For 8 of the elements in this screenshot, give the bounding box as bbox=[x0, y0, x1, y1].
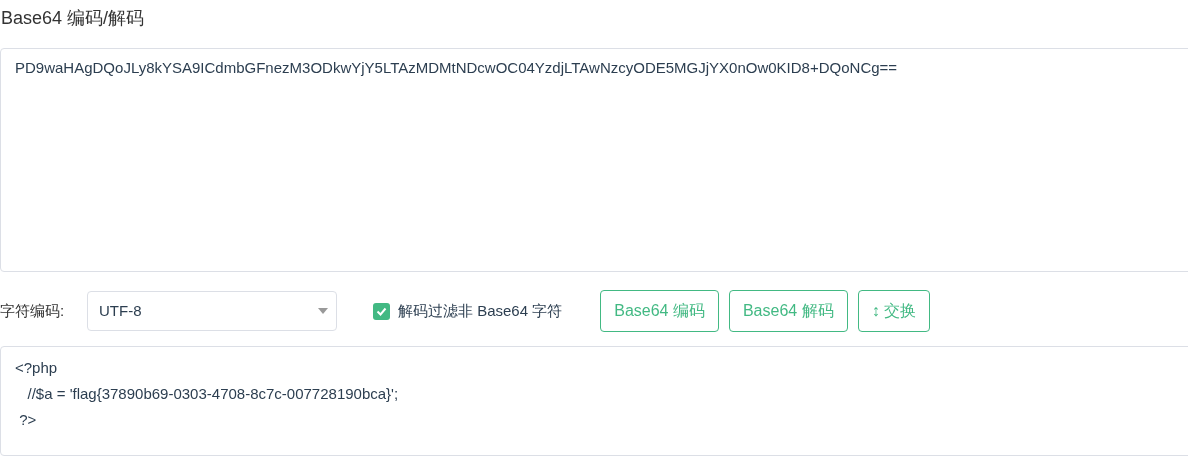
charset-select[interactable]: UTF-8 bbox=[87, 291, 337, 331]
output-field[interactable]: <?php //$a = 'flag{37890b69-0303-4708-8c7c-007728190bca}'; ?> bbox=[0, 346, 1188, 456]
filter-checkbox[interactable]: 解码过滤非 Base64 字符 bbox=[373, 299, 563, 323]
input-field[interactable]: PD9waHAgDQoJLy8kYSA9ICdmbGFnezM3ODkwYjY5LTAzMDMtNDcwOC04YzdjLTAwNzcyODE5MGJjYX0nOw0KID8+DQoNCg== bbox=[0, 48, 1188, 272]
charset-label: 字符编码: bbox=[0, 300, 66, 321]
caret-down-icon bbox=[318, 308, 328, 314]
checkmark-icon bbox=[376, 306, 387, 316]
page-title: Base64 编码/解码 bbox=[0, 7, 146, 30]
